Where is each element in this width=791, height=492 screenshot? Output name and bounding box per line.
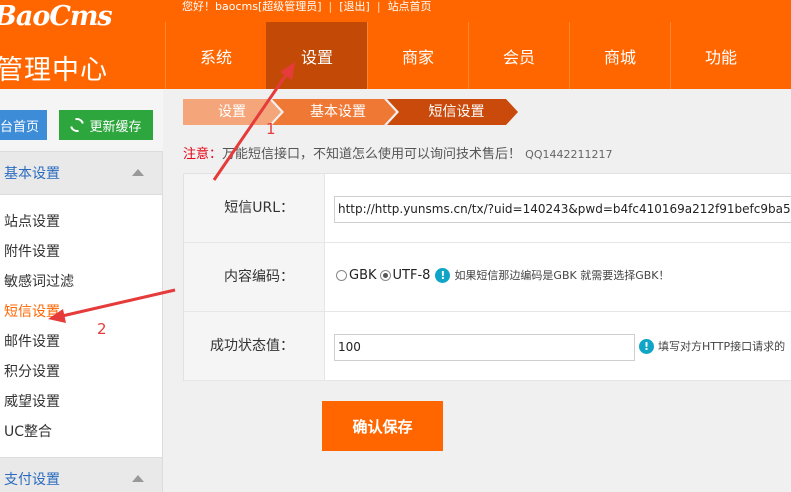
notice-qq: QQ1442211217 (525, 148, 613, 161)
status-hint-wrap: ! 填写对方HTTP接口请求的 (639, 338, 785, 354)
radio-gbk[interactable] (336, 269, 347, 281)
nav-item-mall[interactable]: 商城 (569, 22, 670, 89)
sidebar-item-prestige[interactable]: 威望设置 (0, 387, 162, 417)
admin-home-button[interactable]: 台首页 (0, 110, 47, 140)
sidebar-item-points[interactable]: 积分设置 (0, 357, 162, 387)
url-cell: http://http.yunsms.cn/tx/?uid=140243&pwd… (324, 174, 791, 242)
annotation-label-2: 2 (97, 320, 107, 338)
info-icon: ! (435, 267, 451, 283)
nav-item-merchant[interactable]: 商家 (367, 22, 468, 89)
top-bar: 您好！baocms[超级管理员] | [退出] | 站点首页 (182, 0, 432, 14)
sidebar-item-email[interactable]: 邮件设置 (0, 327, 162, 357)
nav-item-functions[interactable]: 功能 (670, 22, 771, 89)
sms-settings-form: 短信URL： http://http.yunsms.cn/tx/?uid=140… (183, 173, 791, 381)
encoding-hint: 如果短信那边编码是GBK 就需要选择GBK！ (454, 269, 670, 282)
status-hint: 填写对方HTTP接口请求的 (658, 340, 786, 353)
sidebar-item-uc[interactable]: UC整合 (0, 417, 162, 447)
sidebar-item-word-filter[interactable]: 敏感词过滤 (0, 267, 162, 297)
sidebar-group-payment[interactable]: 支付设置 (0, 457, 162, 492)
sidebar-group-label: 支付设置 (4, 472, 60, 488)
notice: 注意：万能短信接口，不知道怎么使用可以询问技术售后！ QQ1442211217 (183, 143, 612, 162)
admin-title: 管理中心 (0, 55, 108, 86)
sidebar-item-site[interactable]: 站点设置 (0, 207, 162, 237)
status-cell: 100 ! 填写对方HTTP接口请求的 (324, 312, 791, 380)
status-label: 成功状态值： (184, 312, 324, 380)
breadcrumb-basic-settings[interactable]: 基本设置 (272, 99, 396, 125)
url-label: 短信URL： (184, 174, 324, 242)
header: BaoCms 管理中心 您好！baocms[超级管理员] | [退出] | 站点… (0, 0, 791, 89)
sidebar-actions: 台首页 更新缓存 (0, 89, 163, 151)
sidebar-list: 站点设置 附件设置 敏感词过滤 短信设置 邮件设置 积分设置 威望设置 UC整合 (0, 207, 162, 447)
breadcrumb-sms-settings: 短信设置 (387, 99, 518, 125)
logout-link[interactable]: [退出] (339, 1, 370, 13)
refresh-cache-button[interactable]: 更新缓存 (59, 110, 153, 140)
collapse-arrow-icon (132, 169, 144, 176)
annotation-label-1: 1 (266, 120, 276, 138)
collapse-arrow-icon (132, 475, 144, 482)
encoding-label: 内容编码： (184, 243, 324, 311)
radio-utf8-label: UTF-8 (392, 267, 431, 283)
notice-label: 注意： (183, 147, 223, 162)
sidebar-group-basic[interactable]: 基本设置 (0, 151, 162, 195)
save-button[interactable]: 确认保存 (322, 401, 443, 451)
sidebar-item-attachment[interactable]: 附件设置 (0, 237, 162, 267)
status-value-input[interactable]: 100 (334, 334, 635, 361)
form-row-encoding: 内容编码： GBK UTF-8 ! 如果短信那边编码是GBK 就需要选择GBK！ (184, 243, 791, 312)
radio-gbk-label: GBK (349, 267, 377, 283)
refresh-cache-label: 更新缓存 (89, 119, 142, 135)
breadcrumb: 设置 基本设置 短信设置 (183, 99, 518, 125)
form-row-url: 短信URL： http://http.yunsms.cn/tx/?uid=140… (184, 174, 791, 243)
divider: | (328, 0, 333, 13)
encoding-options: GBK UTF-8 ! 如果短信那边编码是GBK 就需要选择GBK！ (336, 267, 670, 283)
site-home-link[interactable]: 站点首页 (388, 1, 432, 13)
radio-utf8[interactable] (379, 269, 391, 281)
divider: | (376, 0, 381, 13)
notice-text: 万能短信接口，不知道怎么使用可以询问技术售后！ (222, 147, 522, 162)
main-nav: 系统 设置 商家 会员 商城 功能 (165, 22, 771, 89)
logo: BaoCms (0, 1, 113, 32)
refresh-icon (67, 115, 88, 135)
sidebar-item-sms[interactable]: 短信设置 (0, 297, 162, 327)
sms-url-input[interactable]: http://http.yunsms.cn/tx/?uid=140243&pwd… (334, 196, 791, 223)
info-icon: ! (639, 338, 654, 354)
admin-page: BaoCms 管理中心 您好！baocms[超级管理员] | [退出] | 站点… (0, 0, 791, 492)
nav-item-system[interactable]: 系统 (165, 22, 266, 89)
encoding-cell: GBK UTF-8 ! 如果短信那边编码是GBK 就需要选择GBK！ (324, 243, 791, 311)
greeting-text: 您好！baocms[超级管理员] (182, 0, 322, 13)
sidebar: 台首页 更新缓存 基本设置 站点设置 附件设置 敏感词过滤 短信设置 邮件设置 … (0, 89, 163, 492)
nav-item-member[interactable]: 会员 (468, 22, 569, 89)
form-row-status: 成功状态值： 100 ! 填写对方HTTP接口请求的 (184, 312, 791, 381)
sidebar-group-label: 基本设置 (4, 166, 60, 182)
nav-item-settings[interactable]: 设置 (266, 22, 367, 89)
